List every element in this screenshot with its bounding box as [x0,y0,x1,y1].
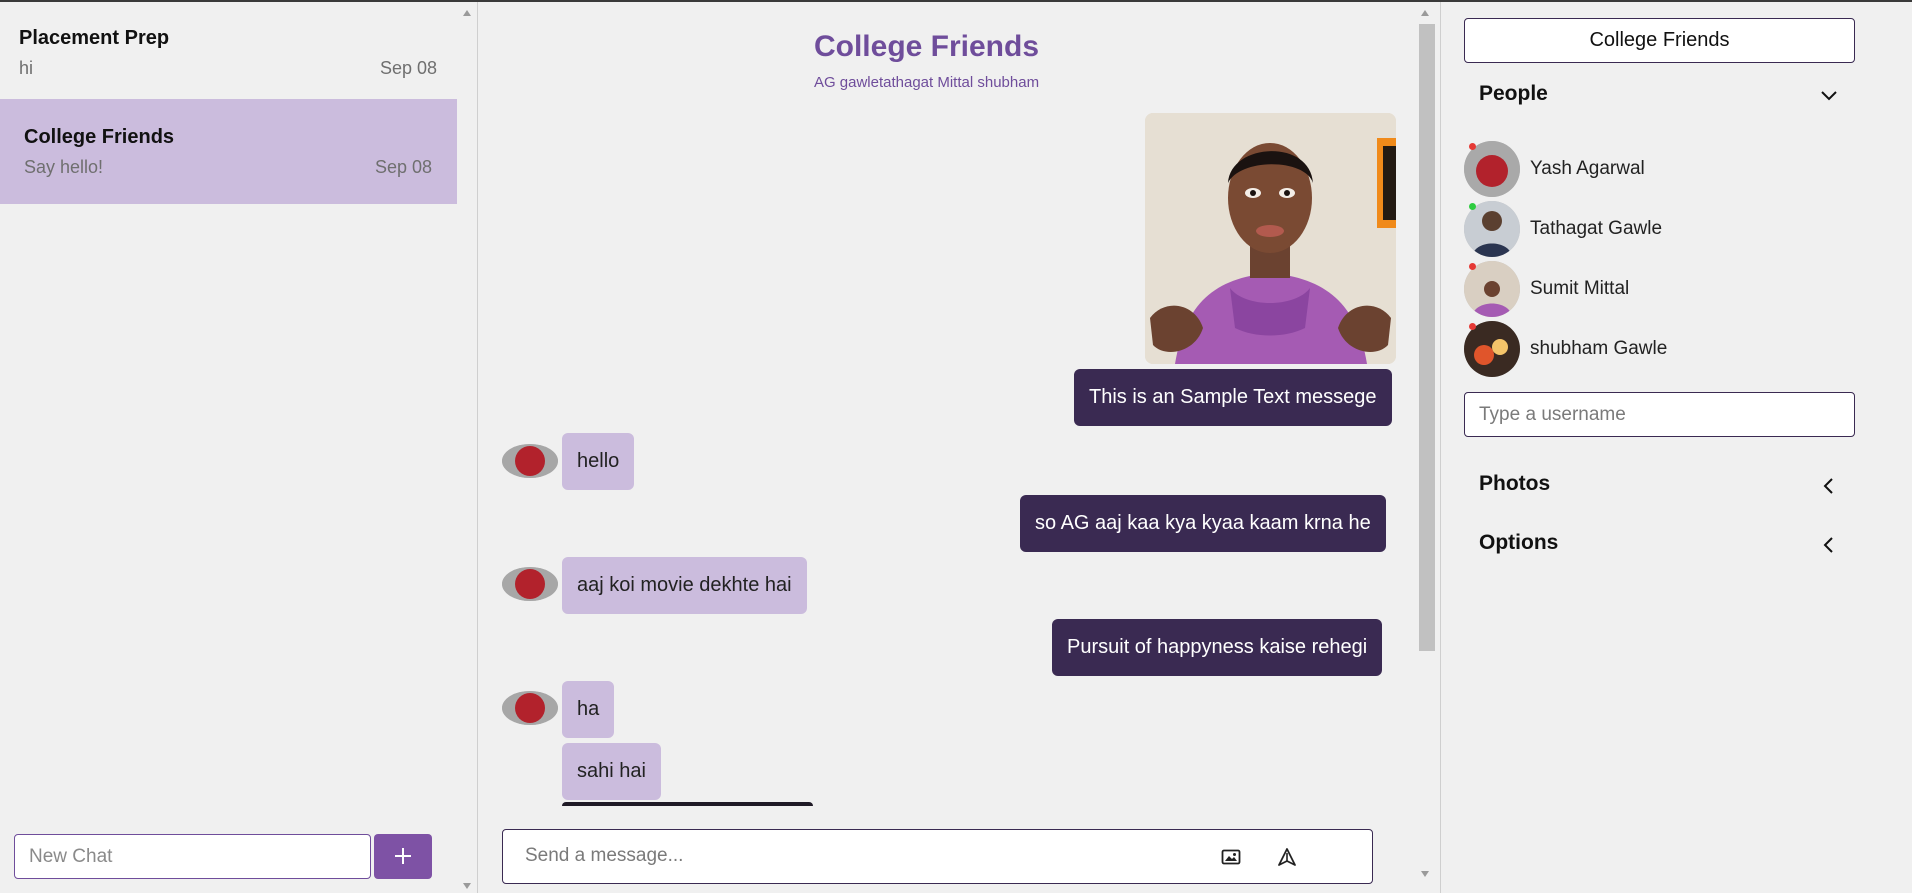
person-item[interactable]: Tathagat Gawle [1464,201,1844,257]
message-bubble-incoming: sahi hai [562,743,661,800]
scroll-down-arrow-icon[interactable] [463,883,471,889]
message-bubble-outgoing: so AG aaj kaa kya kyaa kaam krna he [1020,495,1386,552]
person-name: Sumit Mittal [1530,278,1630,299]
sender-avatar[interactable] [502,691,558,725]
status-dot-offline [1469,143,1476,150]
cartoon-avatar-image[interactable] [1145,113,1396,364]
add-chat-button[interactable] [374,834,432,879]
chat-item-title: Placement Prep [19,27,170,49]
scrollbar-thumb[interactable] [1419,24,1435,651]
sender-avatar[interactable] [502,444,558,478]
chat-item-college-friends[interactable]: College Friends Say hello! Sep 08 [0,99,457,204]
person-item[interactable]: shubham Gawle [1464,321,1844,377]
conversation-panel: College Friends AG gawletathagat Mittal … [479,2,1440,893]
new-chat-input[interactable] [14,834,371,879]
person-item[interactable]: Yash Agarwal [1464,141,1844,197]
message-bubble-outgoing: This is an Sample Text messege [1074,369,1392,426]
person-name: shubham Gawle [1530,338,1668,359]
status-dot-online [1469,203,1476,210]
group-name[interactable]: College Friends [1464,18,1855,63]
chevron-left-icon [1819,535,1839,555]
people-section-toggle[interactable]: People [1479,82,1839,112]
message-bubble-outgoing: Pursuit of happyness kaise rehegi [1052,619,1383,676]
status-dot-offline [1469,323,1476,330]
message-composer [502,829,1373,884]
message-bubble-incoming: hello [562,433,635,490]
chat-list-panel: Placement Prep hi Sep 08 College Friends… [0,2,478,893]
person-name: Tathagat Gawle [1530,218,1663,239]
person-item[interactable]: Sumit Mittal [1464,261,1844,317]
chat-item-placement-prep[interactable]: Placement Prep hi Sep 08 [0,2,457,107]
chat-item-preview: hi [19,58,34,78]
partially-hidden-message [562,802,813,806]
sender-avatar[interactable] [502,567,558,601]
chat-title: College Friends [813,30,1040,63]
chat-item-preview: Say hello! [24,157,104,177]
options-section-toggle[interactable]: Options [1479,531,1839,561]
chat-members: AG gawletathagat Mittal shubham [813,74,1040,91]
person-name: Yash Agarwal [1530,158,1645,179]
username-input[interactable] [1464,392,1855,437]
people-section-label: People [1479,82,1548,105]
conversation-scrollbar[interactable] [1415,2,1439,893]
chat-details-panel: College Friends People Yash Agarwal Tath… [1440,2,1912,893]
status-dot-offline [1469,263,1476,270]
chevron-down-icon [1819,86,1839,106]
chat-item-title: College Friends [24,126,175,148]
message-bubble-incoming: aaj koi movie dekhte hai [562,557,807,614]
photos-section-toggle[interactable]: Photos [1479,472,1839,502]
image-icon[interactable] [1220,846,1242,868]
message-bubble-incoming: ha [562,681,615,738]
photos-section-label: Photos [1479,472,1551,495]
scroll-up-arrow-icon[interactable] [1421,10,1429,16]
chat-item-date: Sep 08 [374,157,432,177]
message-input[interactable] [505,832,1205,880]
scroll-down-arrow-icon[interactable] [1421,871,1429,877]
chevron-left-icon [1819,476,1839,496]
send-icon[interactable] [1276,846,1298,868]
shrugging-man-illustration [1145,113,1396,364]
options-section-label: Options [1479,531,1559,554]
scroll-up-arrow-icon[interactable] [463,10,471,16]
chat-item-date: Sep 08 [379,58,437,78]
chat-list: Placement Prep hi Sep 08 College Friends… [0,2,457,207]
chat-list-scrollbar[interactable] [457,2,477,893]
